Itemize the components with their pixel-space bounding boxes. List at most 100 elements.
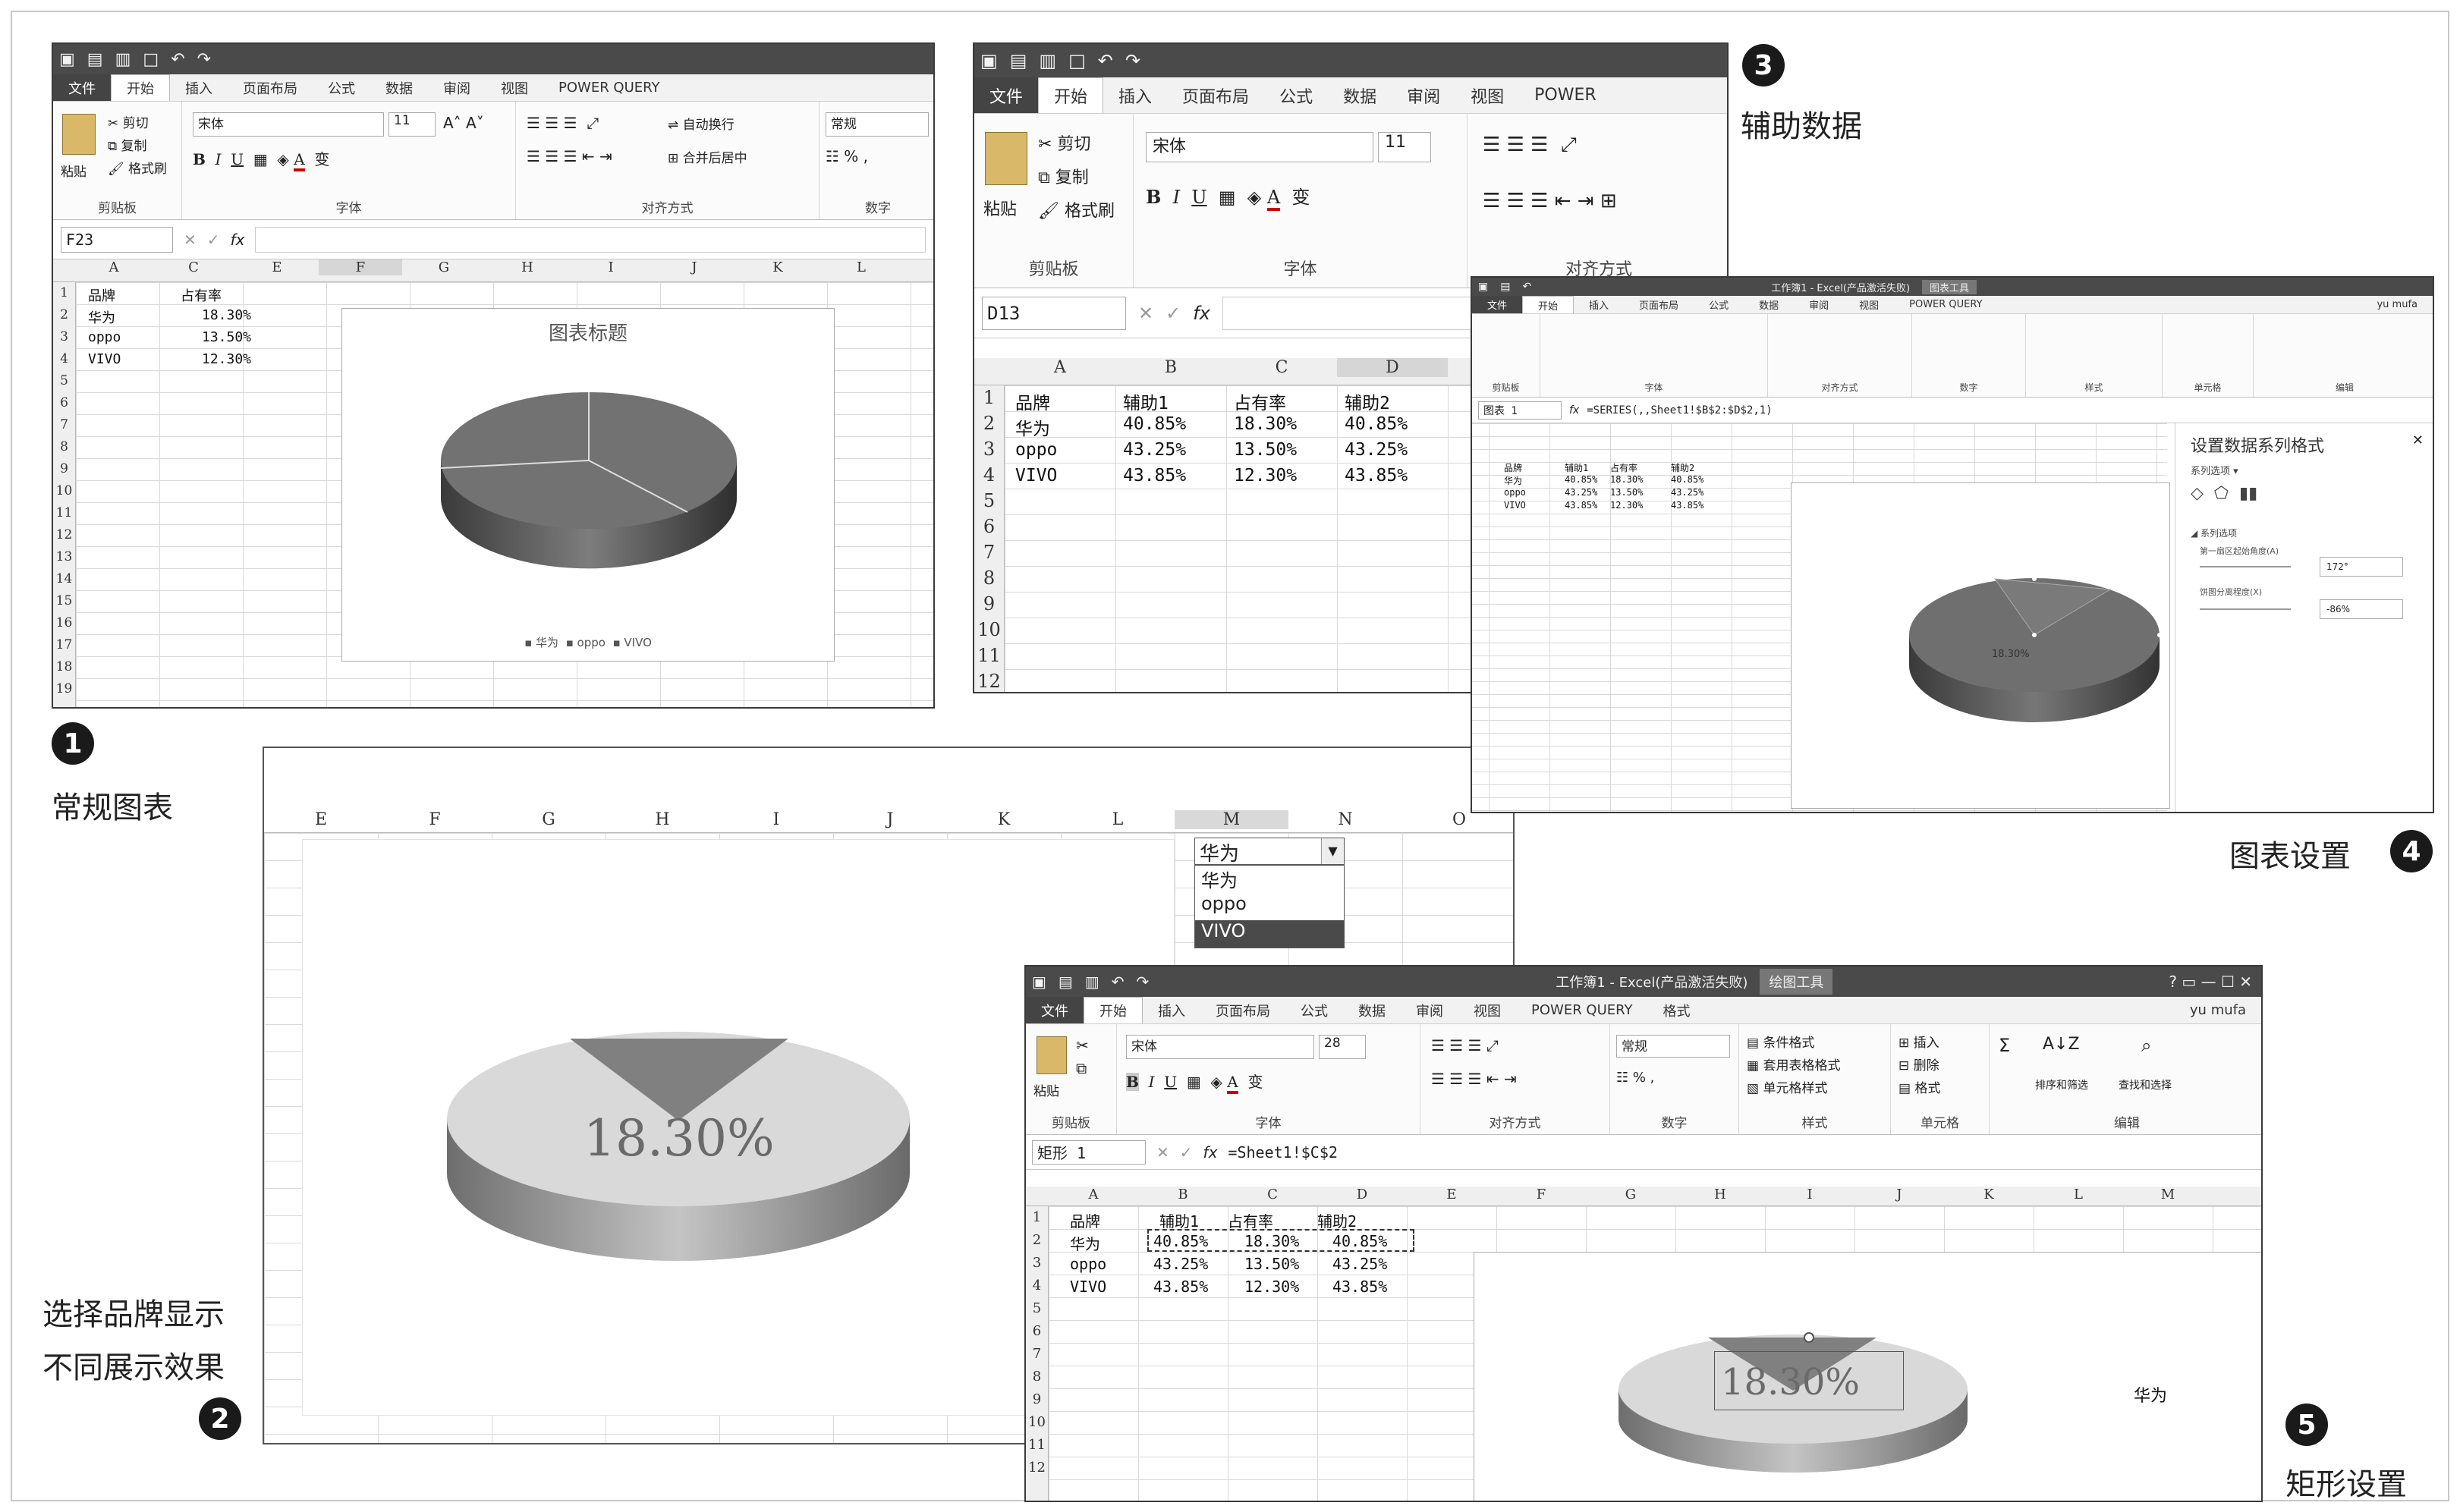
col-header[interactable]: G <box>402 259 486 275</box>
tab-view[interactable]: 视图 <box>1844 297 1894 312</box>
table-cell[interactable]: 43.85% <box>1123 466 1186 486</box>
row-header[interactable]: 7 <box>974 542 1004 563</box>
table-cell[interactable]: 43.85% <box>1345 466 1408 486</box>
save-icon[interactable]: ▤ <box>1500 281 1510 293</box>
table-cell[interactable]: 品牌 <box>1015 388 1050 414</box>
table-cell[interactable]: 40.85% <box>1565 474 1597 485</box>
format-painter-button[interactable]: 🖌 格式刷 <box>1038 197 1115 222</box>
paste-button[interactable]: 粘贴 <box>1033 1080 1059 1099</box>
find-select-button[interactable]: 查找和选择 <box>2119 1077 2172 1092</box>
angle-slider[interactable] <box>2200 566 2291 567</box>
row-header[interactable]: 9 <box>974 593 1004 615</box>
font-size-select[interactable]: 11 <box>389 112 436 137</box>
row-header[interactable]: 6 <box>1026 1323 1048 1339</box>
row-header[interactable]: 11 <box>53 505 75 520</box>
tab-data[interactable]: 数据 <box>370 78 428 98</box>
brand-select[interactable]: 华为 ▼ <box>1194 838 1345 866</box>
col-header[interactable]: L <box>2034 1187 2123 1202</box>
tab-formulas[interactable]: 公式 <box>313 78 370 98</box>
col-header[interactable]: H <box>606 810 719 829</box>
col-header[interactable]: M <box>1175 810 1288 829</box>
table-cell[interactable]: 华为 <box>88 307 115 327</box>
paste-button[interactable]: 粘贴 <box>983 196 1017 220</box>
col-header[interactable]: J <box>1854 1187 1944 1202</box>
col-header[interactable]: A <box>1005 358 1115 377</box>
tab-insert[interactable]: 插入 <box>1103 83 1167 108</box>
explode-slider[interactable] <box>2200 608 2291 610</box>
tab-data[interactable]: 数据 <box>1744 297 1794 312</box>
tab-power-query[interactable]: POWER QUERY <box>1516 1002 1648 1018</box>
align-icons[interactable]: ☰ ☰ ☰ ⤢ <box>527 114 599 132</box>
window-controls[interactable]: ? ▭ — ☐ ✕ <box>2169 973 2252 991</box>
row-header[interactable]: 2 <box>53 307 75 322</box>
col-header[interactable]: D <box>1317 1187 1407 1202</box>
tab-formulas[interactable]: 公式 <box>1264 83 1328 108</box>
format-painter-button[interactable]: 🖌 格式刷 <box>108 158 167 177</box>
col-header[interactable]: A <box>76 259 152 275</box>
table-cell[interactable]: 辅助2 <box>1671 461 1694 474</box>
col-header[interactable]: B <box>1138 1187 1228 1202</box>
table-cell[interactable]: VIVO <box>1504 500 1526 511</box>
new-icon[interactable]: □ <box>1068 50 1086 71</box>
font-name-select[interactable]: 宋体 <box>193 112 384 137</box>
percent-label[interactable]: 18.30% <box>1992 649 2030 660</box>
tab-layout[interactable]: 页面布局 <box>1624 297 1694 312</box>
chart-legend[interactable]: ▪ 华为 ▪ oppo ▪ VIVO <box>342 634 834 650</box>
print-icon[interactable]: ▥ <box>115 50 131 69</box>
new-icon[interactable]: □ <box>143 50 159 69</box>
tab-format[interactable]: 格式 <box>1648 1001 1706 1020</box>
table-cell[interactable]: 12.30% <box>202 351 251 367</box>
col-header[interactable]: M <box>2123 1187 2213 1202</box>
tab-layout[interactable]: 页面布局 <box>1200 1001 1285 1020</box>
col-header[interactable]: F <box>1496 1187 1586 1202</box>
table-cell[interactable]: VIVO <box>1070 1278 1106 1296</box>
cut-button[interactable]: ✂ 剪切 <box>108 112 149 131</box>
table-cell[interactable]: 40.85% <box>1345 414 1408 434</box>
tab-review[interactable]: 审阅 <box>1392 83 1455 108</box>
col-header[interactable]: N <box>1288 810 1402 829</box>
table-cell[interactable]: oppo <box>88 329 121 345</box>
tab-formulas[interactable]: 公式 <box>1285 1001 1343 1020</box>
col-header[interactable]: H <box>486 259 569 275</box>
tab-home[interactable]: 开始 <box>1038 77 1104 113</box>
tab-data[interactable]: 数据 <box>1328 83 1392 108</box>
table-cell[interactable]: 43.25% <box>1565 487 1597 498</box>
row-header[interactable]: 11 <box>1026 1437 1048 1453</box>
col-header[interactable]: I <box>719 810 833 829</box>
copy-button[interactable]: ⧉ 复制 <box>108 135 147 154</box>
row-header[interactable]: 12 <box>53 527 75 542</box>
row-header[interactable]: 9 <box>1026 1391 1048 1407</box>
format-button[interactable]: ▤ 格式 <box>1898 1077 1940 1096</box>
row-header[interactable]: 15 <box>53 593 75 608</box>
row-header[interactable]: 2 <box>1026 1232 1048 1248</box>
row-header[interactable]: 19 <box>53 681 75 696</box>
table-cell[interactable]: 18.30% <box>202 307 251 323</box>
table-cell[interactable]: 12.30% <box>1610 500 1643 511</box>
cell-style-button[interactable]: ▧ 单元格样式 <box>1747 1077 1827 1096</box>
table-cell[interactable]: 占有率 <box>1610 461 1637 474</box>
table-cell[interactable]: 品牌 <box>1504 461 1522 474</box>
col-header[interactable]: H <box>1675 1187 1765 1202</box>
row-header[interactable]: 10 <box>974 619 1004 640</box>
name-box[interactable]: F23 <box>61 226 173 253</box>
table-cell[interactable]: 43.85% <box>1671 500 1703 511</box>
tab-review[interactable]: 审阅 <box>1794 297 1844 312</box>
table-cell[interactable]: 13.50% <box>1244 1255 1299 1273</box>
table-cell[interactable]: 辅助1 <box>1159 1209 1199 1231</box>
font-name-select[interactable]: 宋体 <box>1146 132 1373 162</box>
row-header[interactable]: 5 <box>974 490 1004 511</box>
dropdown-option[interactable]: 华为 <box>1195 866 1344 893</box>
formula-input[interactable]: =SERIES(,,Sheet1!$B$2:$D$2,1) <box>1587 404 1772 417</box>
sort-icon[interactable]: A↓Z <box>2043 1035 2080 1054</box>
tab-layout[interactable]: 页面布局 <box>1167 83 1264 108</box>
table-cell[interactable]: 40.85% <box>1671 474 1703 485</box>
table-cell[interactable]: VIVO <box>1015 466 1057 486</box>
rectangle-shape[interactable]: 18.30% <box>1714 1332 1904 1410</box>
table-cell[interactable]: 占有率 <box>1234 388 1286 414</box>
redo-icon[interactable]: ↷ <box>1125 50 1140 71</box>
selection-handle[interactable] <box>2157 633 2162 637</box>
bold-italic-underline-icons[interactable]: B I U ▦ ◈ A 变 <box>1146 182 1310 211</box>
find-icon[interactable]: ⌕ <box>2141 1035 2151 1056</box>
formula-input[interactable]: =Sheet1!$C$2 <box>1228 1143 1338 1162</box>
tab-insert[interactable]: 插入 <box>1143 1001 1200 1020</box>
